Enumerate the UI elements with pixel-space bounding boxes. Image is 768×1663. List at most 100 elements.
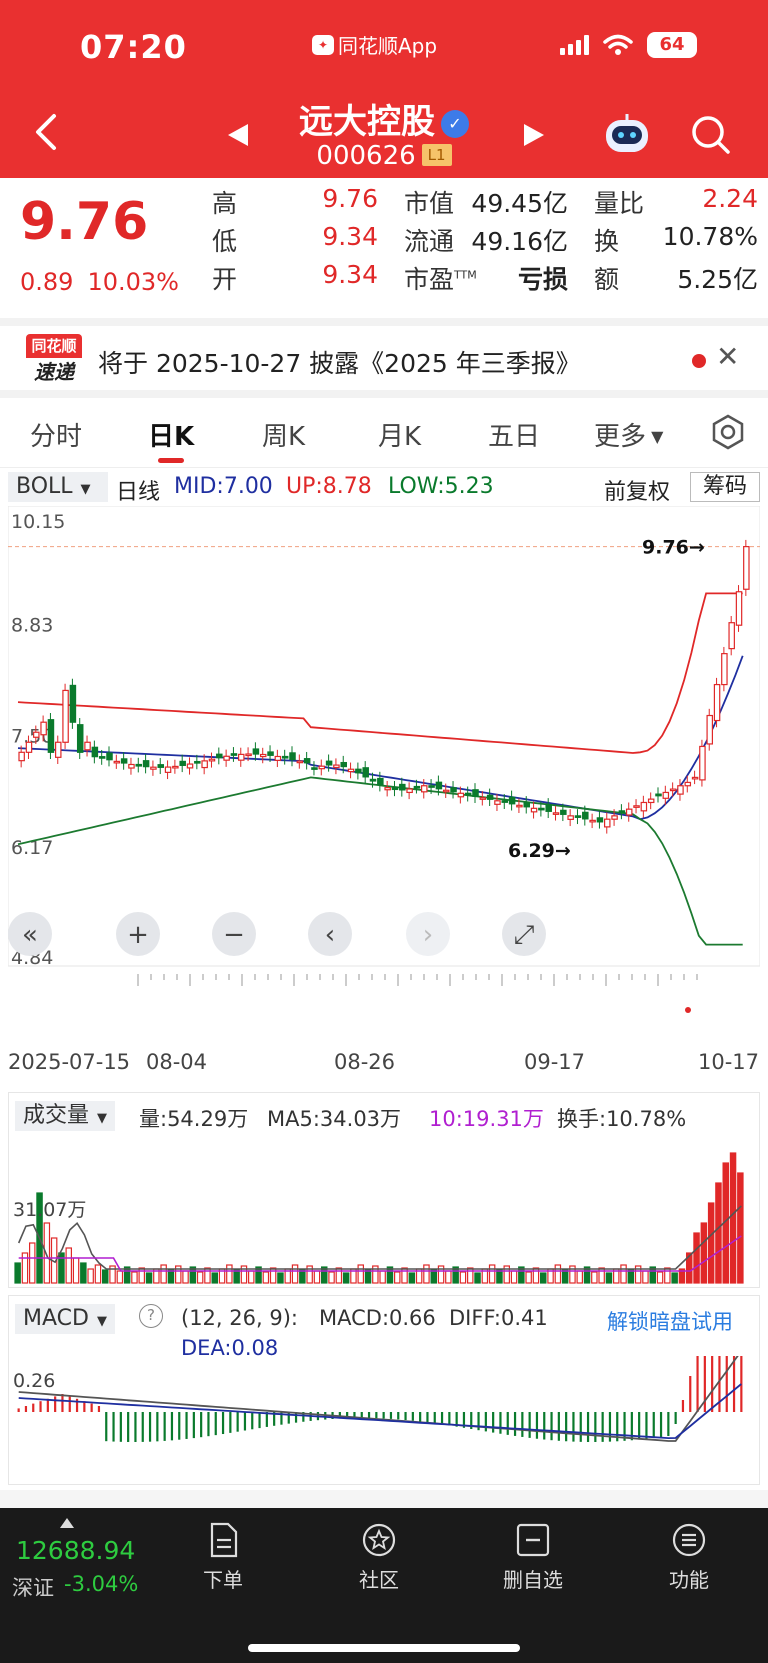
community-button[interactable]: 社区 (324, 1522, 434, 1593)
volume-bar (729, 1152, 737, 1284)
macd-panel[interactable]: MACD ▼ ? (12, 26, 9): MACD:0.66 DIFF:0.41… (8, 1295, 760, 1485)
index-name: 深证 (12, 1576, 54, 1600)
candle-body (530, 807, 538, 813)
status-icons: 64 (560, 32, 697, 58)
candle-body (442, 789, 450, 793)
indicator-select[interactable]: BOLL ▼ (8, 472, 108, 502)
candle-body (318, 765, 326, 770)
volume-ma10-line (18, 1235, 742, 1272)
volume-bar (80, 1262, 87, 1284)
index-value[interactable]: 12688.94 (16, 1536, 135, 1565)
candle-body (669, 788, 677, 792)
candle-body (347, 768, 355, 773)
unlock-promo-link[interactable]: 解锁暗盘试用 (607, 1306, 733, 1336)
volume-bar (459, 1271, 467, 1284)
close-icon[interactable]: ✕ (716, 340, 739, 373)
indicator-bar: BOLL ▼ 日线 MID:7.00 UP:8.78 LOW:5.23 前复权 筹… (0, 470, 768, 506)
next-stock-icon[interactable] (522, 122, 546, 148)
volume-bar (116, 1270, 124, 1284)
volume-value: 量:54.29万 (139, 1107, 249, 1131)
candle-body (135, 763, 143, 767)
volume-bar (167, 1269, 175, 1284)
help-icon[interactable]: ? (139, 1304, 163, 1328)
tab-intraday[interactable]: 分时 (30, 416, 82, 453)
volume-bar (233, 1269, 240, 1284)
high-label: 高 (212, 189, 238, 218)
candle-body (596, 817, 604, 823)
adjust-mode[interactable]: 前复权 (604, 474, 670, 506)
volume-turnover: 换手:10.78% (557, 1107, 687, 1131)
volume-bar (700, 1222, 708, 1284)
tab-weekly-k[interactable]: 周K (262, 416, 305, 453)
period-label: 日线 (116, 480, 161, 505)
volume-bar (342, 1272, 350, 1284)
candle-body (582, 811, 589, 820)
candle-body (216, 753, 223, 759)
app-header: 07:20 ✦ 同花顺App 64 远大控股 ✓ 000626 L1 (0, 0, 768, 178)
stock-code: 000626 (316, 141, 416, 171)
fullscreen-button[interactable]: ⤢ (502, 912, 546, 956)
volume-panel[interactable]: 成交量 ▼ 量:54.29万 MA5:34.03万 10:19.31万 换手:10… (8, 1092, 760, 1288)
volume-bar (591, 1271, 598, 1284)
zoom-out-button[interactable]: − (212, 912, 256, 956)
volume-select[interactable]: 成交量 ▼ (15, 1101, 116, 1131)
float-label: 流通 (404, 227, 455, 256)
chips-button[interactable]: 筹码 (690, 472, 760, 502)
stock-name: 远大控股 (299, 102, 435, 142)
candle-body (691, 776, 699, 780)
tab-more[interactable]: 更多 ▼ (594, 416, 663, 453)
candle-body (142, 760, 150, 768)
volume-bar (539, 1272, 547, 1284)
candle-body (435, 781, 443, 790)
tab-daily-k[interactable]: 日K (148, 416, 194, 453)
candle-body (33, 731, 40, 738)
candle-body (333, 764, 340, 769)
zoom-in-button[interactable]: + (116, 912, 160, 956)
candle-body (252, 748, 260, 755)
functions-button[interactable]: 功能 (634, 1522, 744, 1593)
order-button[interactable]: 下单 (168, 1522, 278, 1593)
volume-bar (620, 1264, 627, 1284)
volume-bar (160, 1264, 167, 1284)
volume-bar (656, 1271, 664, 1284)
home-indicator (248, 1644, 520, 1652)
notice-text: 将于 2025-10-27 披露《2025 年三季报》 (98, 349, 581, 378)
caret-down-icon: ▼ (80, 482, 91, 497)
search-icon[interactable] (690, 114, 732, 156)
next-button[interactable]: › (406, 912, 450, 956)
macd-select[interactable]: MACD ▼ (15, 1304, 115, 1334)
volume-bar (488, 1264, 496, 1284)
bottom-bar: 12688.94 深证 -3.04% 下单 社区 删自选 功能 (0, 1508, 768, 1663)
earnings-notice[interactable]: 同花顺 速递 将于 2025-10-27 披露《2025 年三季报》 ✕ (0, 318, 768, 390)
remove-watchlist-button[interactable]: 删自选 (478, 1522, 588, 1593)
boll-up: UP:8.78 (286, 474, 372, 499)
assistant-robot-icon[interactable] (600, 112, 654, 156)
volume-bar (277, 1272, 284, 1284)
low-value: 9.34 (322, 222, 378, 251)
volume-bar (14, 1262, 21, 1284)
candle-body (699, 745, 706, 781)
macd-chart (17, 1356, 743, 1442)
amount-value: 5.25亿 (677, 265, 758, 294)
candle-body (245, 753, 252, 757)
tab-monthly-k[interactable]: 月K (378, 416, 421, 453)
volume-axis-tick: 31.07万 (13, 1199, 87, 1221)
prev-button[interactable]: ‹ (308, 912, 352, 956)
volume-bar (379, 1270, 386, 1284)
date-tick: 08-26 (334, 1050, 396, 1074)
tab-five-day[interactable]: 五日 (488, 416, 540, 453)
settings-icon[interactable] (710, 414, 746, 450)
candlestick-chart[interactable]: 10.158.837.506.174.849.76→6.29→« + − ‹ › ⤢ (8, 506, 760, 1036)
volume-bar (145, 1272, 153, 1284)
candle-body (603, 818, 611, 828)
svg-text:+: + (127, 920, 149, 950)
candle-body (47, 719, 55, 753)
collapse-button[interactable]: « (8, 912, 52, 956)
candle-body (91, 746, 99, 758)
caret-down-icon: ▼ (646, 427, 664, 446)
volume-bar (430, 1269, 438, 1284)
candle-body (413, 785, 421, 789)
mcap-value: 49.45亿 (471, 189, 568, 218)
candle-body (647, 798, 655, 804)
candle-body (713, 683, 721, 722)
